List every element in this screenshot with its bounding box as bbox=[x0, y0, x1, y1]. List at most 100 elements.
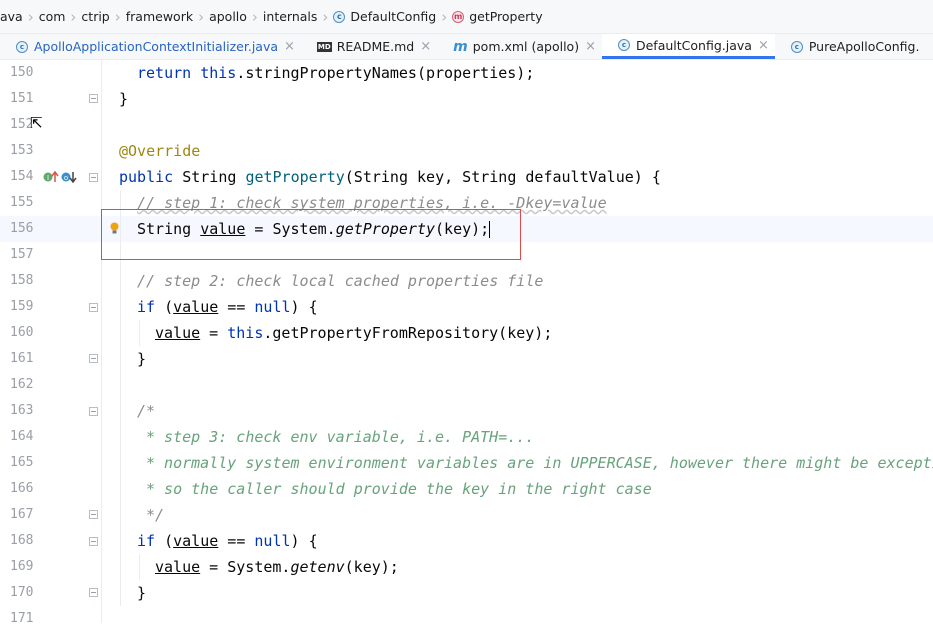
fold-marker-icon[interactable] bbox=[89, 510, 98, 519]
code-line: 161 } bbox=[0, 346, 933, 372]
breadcrumb-item-defaultconfig[interactable]: c DefaultConfig bbox=[333, 0, 436, 33]
code-token: this bbox=[227, 324, 264, 342]
code-line: 152 ⇱ bbox=[0, 112, 933, 138]
tab-label: README.md bbox=[336, 39, 415, 54]
line-number: 169 bbox=[10, 559, 34, 574]
code-token: value bbox=[173, 298, 219, 316]
fold-marker-icon[interactable] bbox=[89, 537, 98, 546]
code-text: if (value == null) { bbox=[137, 294, 318, 320]
tab-pure-apollo-config[interactable]: c PureApolloConfig. bbox=[775, 34, 926, 59]
tab-label: DefaultConfig.java bbox=[635, 37, 752, 53]
line-number: 150 bbox=[10, 65, 34, 80]
line-number: 160 bbox=[10, 325, 34, 340]
tab-label: PureApolloConfig. bbox=[808, 39, 920, 54]
fold-marker-icon[interactable] bbox=[89, 407, 98, 416]
tab-pom-xml[interactable]: m pom.xml (apollo) × bbox=[437, 34, 602, 59]
chevron-right-icon: › bbox=[198, 7, 205, 26]
code-token: .stringPropertyNames(properties); bbox=[236, 64, 535, 82]
line-number: 156 bbox=[10, 221, 34, 236]
code-line: 164 * step 3: check env variable, i.e. P… bbox=[0, 424, 933, 450]
highlight-annotation-box bbox=[101, 209, 521, 260]
fold-marker-icon[interactable] bbox=[89, 94, 98, 103]
breadcrumb-item-ctrip[interactable]: ctrip bbox=[81, 0, 109, 33]
line-number: 167 bbox=[10, 507, 34, 522]
code-line: 158 // step 2: check local cached proper… bbox=[0, 268, 933, 294]
line-number: 168 bbox=[10, 533, 34, 548]
code-line: 167 */ bbox=[0, 502, 933, 528]
fold-marker-icon[interactable] bbox=[89, 588, 98, 597]
breadcrumb-item-internals[interactable]: internals bbox=[263, 0, 317, 33]
line-number: 159 bbox=[10, 299, 34, 314]
code-token: getProperty bbox=[245, 168, 345, 186]
code-token: value bbox=[173, 532, 219, 550]
line-number: 153 bbox=[10, 143, 34, 158]
code-token: null bbox=[254, 532, 291, 550]
code-text: if (value == null) { bbox=[137, 528, 318, 554]
breadcrumb-label: DefaultConfig bbox=[350, 9, 437, 24]
breadcrumb-item-getproperty[interactable]: m getProperty bbox=[452, 0, 543, 33]
chevron-right-icon: › bbox=[251, 7, 258, 26]
svg-text:o: o bbox=[64, 174, 68, 182]
close-icon[interactable]: × bbox=[284, 39, 295, 54]
close-icon[interactable]: × bbox=[758, 38, 769, 53]
method-icon: m bbox=[452, 10, 465, 23]
chevron-right-icon: › bbox=[114, 7, 121, 26]
code-line: 154 I o public String getProperty(String… bbox=[0, 164, 933, 190]
code-line: 159 if (value == null) { bbox=[0, 294, 933, 320]
code-token: ( bbox=[155, 532, 174, 550]
implements-method-icon[interactable]: I bbox=[43, 170, 61, 188]
code-token: ) { bbox=[290, 298, 318, 316]
chevron-right-icon: › bbox=[441, 7, 448, 26]
code-line: 160 value = this.getPropertyFromReposito… bbox=[0, 320, 933, 346]
fold-marker-icon[interactable] bbox=[89, 173, 98, 182]
line-number: 162 bbox=[10, 377, 34, 392]
line-number: 171 bbox=[10, 611, 34, 626]
breadcrumb: ava › com › ctrip › framework › apollo ›… bbox=[0, 0, 933, 34]
code-token: this bbox=[200, 64, 237, 82]
line-number: 154 bbox=[10, 169, 34, 184]
code-token: (String key, String defaultValue) { bbox=[344, 168, 661, 186]
tab-apollo-application-context-initializer[interactable]: c ApolloApplicationContextInitializer.ja… bbox=[0, 34, 301, 59]
breadcrumb-item-com[interactable]: com bbox=[39, 0, 66, 33]
code-token: getenv bbox=[290, 558, 345, 576]
code-text: * so the caller should provide the key i… bbox=[146, 480, 652, 498]
code-text: value = this.getPropertyFromRepository(k… bbox=[155, 320, 552, 346]
class-icon: c bbox=[790, 40, 803, 53]
maven-icon: m bbox=[453, 38, 468, 55]
tab-label: ApolloApplicationContextInitializer.java bbox=[34, 39, 279, 54]
close-icon[interactable]: × bbox=[420, 39, 431, 54]
breadcrumb-item-framework[interactable]: framework bbox=[126, 0, 193, 33]
breadcrumb-label: ctrip bbox=[81, 9, 110, 24]
code-line: 169 value = System.getenv(key); bbox=[0, 554, 933, 580]
overridden-method-icon[interactable]: o bbox=[61, 170, 79, 188]
tab-default-config[interactable]: c DefaultConfig.java × bbox=[601, 34, 775, 59]
code-token: = System. bbox=[200, 558, 291, 576]
code-text: } bbox=[137, 584, 147, 602]
mouse-pointer-icon: ⇱ bbox=[30, 114, 43, 132]
code-text: public String getProperty(String key, St… bbox=[119, 164, 661, 190]
fold-marker-icon[interactable] bbox=[89, 354, 98, 363]
breadcrumb-item-java[interactable]: ava bbox=[0, 0, 23, 33]
breadcrumb-item-apollo[interactable]: apollo bbox=[209, 0, 247, 33]
code-text: // step 2: check local cached properties… bbox=[137, 272, 544, 290]
code-token: == bbox=[218, 532, 255, 550]
code-line: 162 bbox=[0, 372, 933, 398]
code-token: String bbox=[173, 168, 246, 186]
code-token: == bbox=[218, 298, 255, 316]
code-token: null bbox=[254, 298, 291, 316]
code-text: } bbox=[119, 90, 129, 108]
code-editor[interactable]: 150 return this.stringPropertyNames(prop… bbox=[0, 60, 933, 626]
line-number: 170 bbox=[10, 585, 34, 600]
code-line: 151 } bbox=[0, 86, 933, 112]
tab-readme[interactable]: MD README.md × bbox=[301, 34, 437, 59]
code-line: 163 /* bbox=[0, 398, 933, 424]
class-icon: c bbox=[617, 39, 630, 51]
close-icon[interactable]: × bbox=[585, 39, 596, 54]
code-text: /* bbox=[137, 402, 156, 420]
breadcrumb-label: apollo bbox=[209, 9, 247, 24]
code-token: return bbox=[137, 64, 192, 82]
code-text: * step 3: check env variable, i.e. PATH=… bbox=[146, 428, 535, 446]
code-token: value bbox=[155, 558, 201, 576]
fold-marker-icon[interactable] bbox=[89, 303, 98, 312]
